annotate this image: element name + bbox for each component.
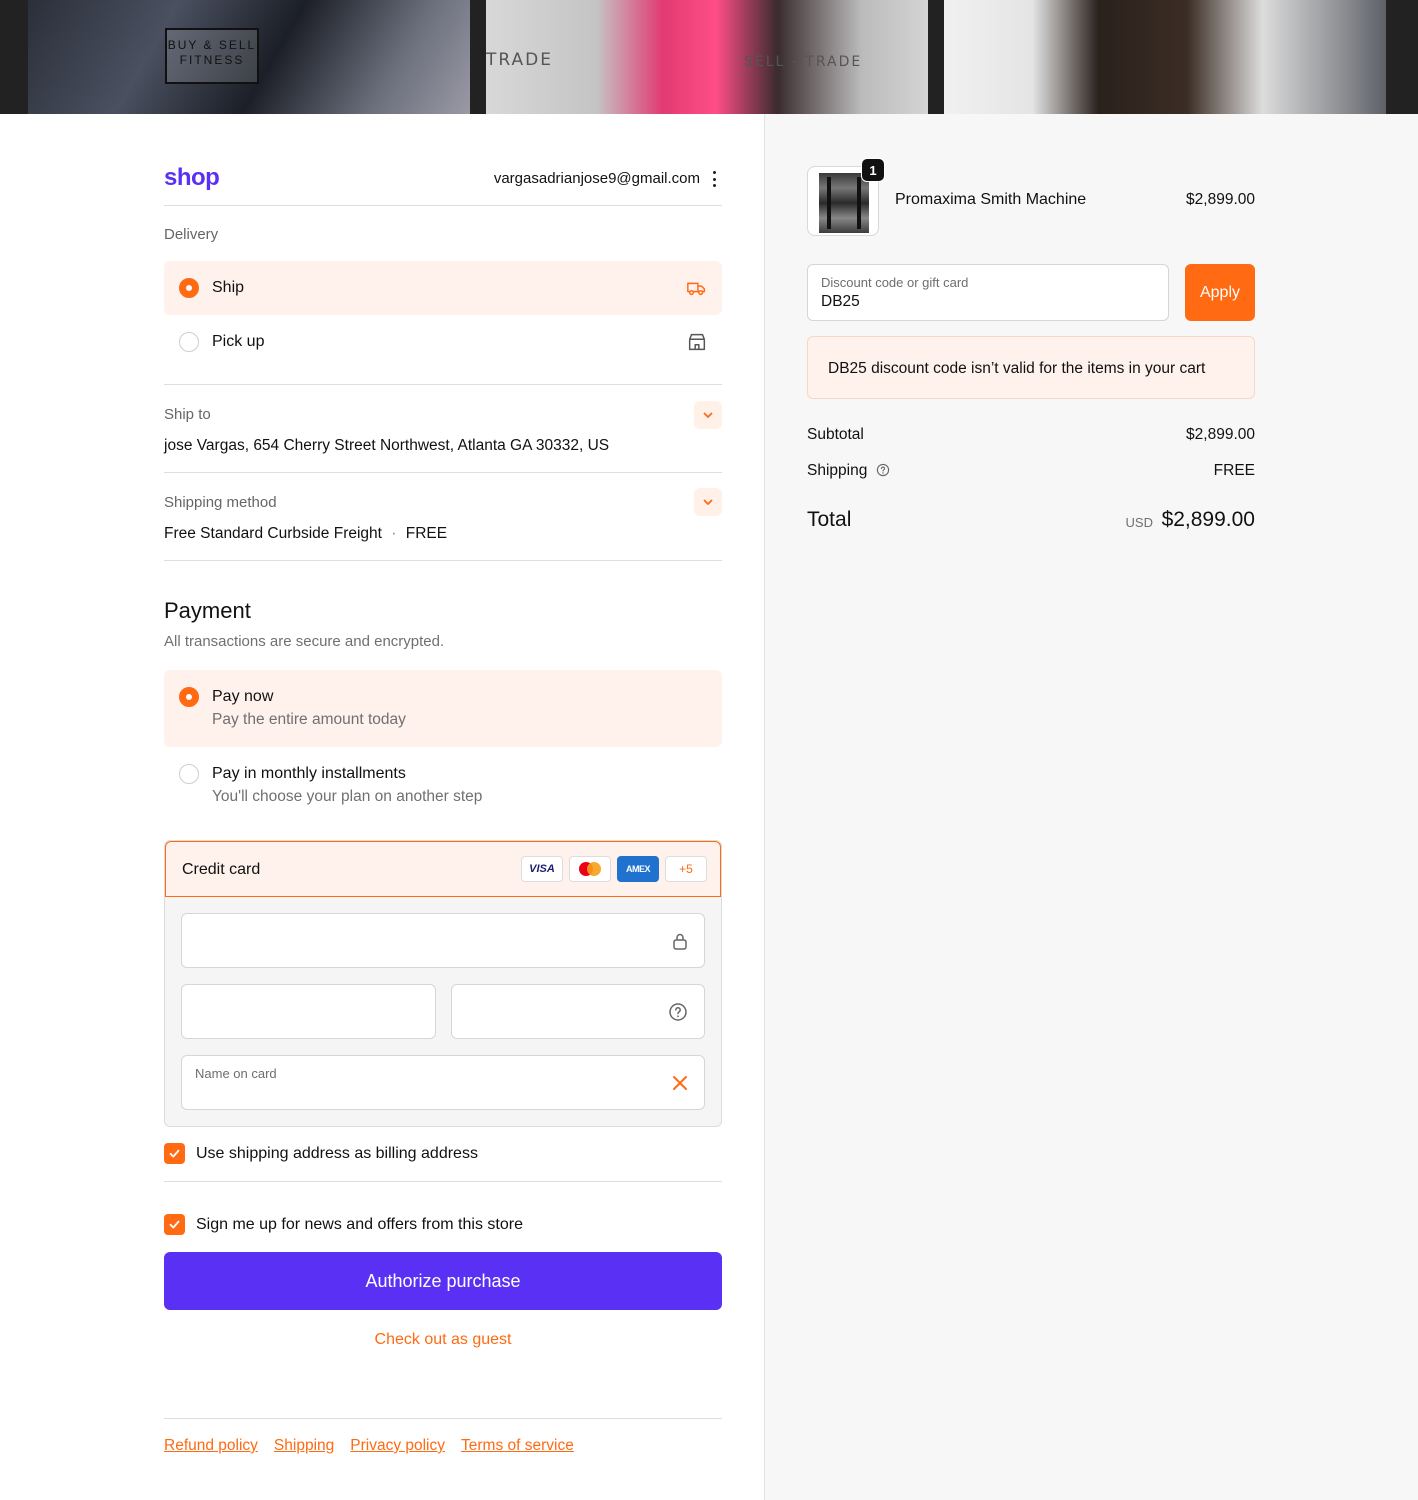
ship-radio[interactable] bbox=[179, 278, 199, 298]
store-logo-line2: FITNESS bbox=[179, 53, 245, 67]
help-icon[interactable] bbox=[876, 463, 890, 477]
payment-subtitle: All transactions are secure and encrypte… bbox=[164, 633, 445, 650]
terms-of-service-link[interactable]: Terms of service bbox=[461, 1437, 574, 1455]
subtotal-value: $2,899.00 bbox=[1186, 426, 1255, 443]
divider bbox=[164, 205, 722, 206]
divider bbox=[164, 1418, 722, 1419]
lock-icon bbox=[673, 933, 687, 950]
name-on-card-field[interactable]: Name on card bbox=[181, 1055, 705, 1110]
payment-option-pay-now[interactable]: Pay now Pay the entire amount today bbox=[164, 670, 722, 747]
chevron-down-icon bbox=[703, 412, 713, 418]
error-x-icon bbox=[673, 1075, 687, 1090]
store-banner: BUY & SELL FITNESS TRADE SELL - TRADE bbox=[0, 0, 1418, 114]
security-code-field[interactable] bbox=[451, 984, 705, 1039]
pickup-radio[interactable] bbox=[179, 332, 199, 352]
order-summary-panel bbox=[764, 114, 1418, 1500]
shop-logo: shop bbox=[164, 164, 220, 191]
discount-error-message: DB25 discount code isn’t valid for the i… bbox=[807, 336, 1255, 399]
total-currency: USD bbox=[1125, 515, 1153, 530]
installments-subtitle: You'll choose your plan on another step bbox=[212, 788, 483, 805]
total-label: Total bbox=[807, 508, 852, 531]
ship-to-address: jose Vargas, 654 Cherry Street Northwest… bbox=[164, 437, 610, 454]
subtotal-label: Subtotal bbox=[807, 426, 864, 443]
billing-same-checkbox[interactable] bbox=[164, 1143, 185, 1164]
privacy-policy-link[interactable]: Privacy policy bbox=[350, 1437, 445, 1455]
pay-now-title: Pay now bbox=[212, 688, 274, 705]
shipping-row: Shipping FREE bbox=[807, 462, 1255, 480]
divider bbox=[164, 1181, 722, 1182]
mastercard-icon bbox=[569, 856, 611, 882]
checkmark-icon bbox=[169, 1220, 180, 1229]
billing-same-label: Use shipping address as billing address bbox=[196, 1144, 478, 1162]
card-number-field[interactable] bbox=[181, 913, 705, 968]
product-name: Promaxima Smith Machine bbox=[895, 191, 1087, 208]
chevron-down-icon bbox=[703, 499, 713, 505]
newsletter-checkbox[interactable] bbox=[164, 1214, 185, 1235]
shipping-value: FREE bbox=[1213, 462, 1255, 479]
help-icon[interactable] bbox=[668, 1002, 688, 1022]
separator-dot: · bbox=[391, 525, 397, 542]
expiration-date-field[interactable] bbox=[181, 984, 436, 1039]
pay-now-subtitle: Pay the entire amount today bbox=[212, 711, 406, 728]
discount-code-placeholder: Discount code or gift card bbox=[821, 275, 969, 290]
shipping-method-name: Free Standard Curbside Freight bbox=[164, 525, 382, 542]
subtotal-row: Subtotal $2,899.00 bbox=[807, 426, 1255, 444]
shipping-method-title: Shipping method bbox=[164, 494, 277, 511]
pay-now-radio[interactable] bbox=[179, 687, 199, 707]
banner-text-trade: TRADE bbox=[486, 50, 553, 70]
payment-title: Payment bbox=[164, 598, 251, 623]
newsletter-label: Sign me up for news and offers from this… bbox=[196, 1215, 523, 1233]
delivery-option-pickup[interactable]: Pick up bbox=[164, 315, 722, 369]
delivery-option-ship[interactable]: Ship bbox=[164, 261, 722, 315]
banner-text-sell-trade: SELL - TRADE bbox=[744, 54, 863, 70]
credit-card-form: Credit card VISA AMEX +5 Name on card bbox=[164, 840, 722, 1127]
truck-icon bbox=[687, 282, 706, 296]
product-image bbox=[819, 173, 869, 233]
credit-card-label: Credit card bbox=[182, 861, 261, 878]
discount-code-value: DB25 bbox=[821, 293, 860, 310]
billing-same-checkbox-row[interactable]: Use shipping address as billing address bbox=[164, 1143, 478, 1164]
footer-links: Refund policy Shipping Privacy policy Te… bbox=[164, 1437, 574, 1455]
amex-icon: AMEX bbox=[617, 856, 659, 882]
product-price: $2,899.00 bbox=[1186, 191, 1255, 208]
ship-label: Ship bbox=[212, 279, 245, 296]
pickup-label: Pick up bbox=[212, 333, 265, 350]
shipping-policy-link[interactable]: Shipping bbox=[274, 1437, 334, 1455]
visa-icon: VISA bbox=[521, 856, 563, 882]
refund-policy-link[interactable]: Refund policy bbox=[164, 1437, 258, 1455]
discount-code-input[interactable]: Discount code or gift card DB25 bbox=[807, 264, 1169, 321]
ship-to-expand-button[interactable] bbox=[694, 401, 722, 429]
newsletter-checkbox-row[interactable]: Sign me up for news and offers from this… bbox=[164, 1214, 523, 1235]
banner-image-3 bbox=[944, 0, 1386, 114]
delivery-label: Delivery bbox=[164, 226, 219, 243]
discount-error-text: DB25 discount code isn’t valid for the i… bbox=[828, 360, 1206, 377]
store-icon bbox=[688, 333, 706, 351]
account-email: vargasadrianjose9@gmail.com bbox=[493, 170, 700, 187]
installments-title: Pay in monthly installments bbox=[212, 765, 406, 782]
credit-card-header[interactable]: Credit card VISA AMEX +5 bbox=[165, 841, 721, 897]
ship-to-title: Ship to bbox=[164, 406, 211, 423]
checkout-as-guest-link[interactable]: Check out as guest bbox=[164, 1331, 722, 1349]
store-logo-line1: BUY & SELL bbox=[167, 38, 257, 52]
store-logo: BUY & SELL FITNESS bbox=[165, 28, 259, 84]
total-value: $2,899.00 bbox=[1161, 508, 1255, 531]
divider bbox=[164, 472, 722, 473]
divider bbox=[164, 384, 722, 385]
shipping-method-value: Free Standard Curbside Freight · FREE bbox=[164, 525, 447, 543]
authorize-purchase-button[interactable]: Authorize purchase bbox=[164, 1252, 722, 1310]
account-menu-icon[interactable] bbox=[710, 170, 718, 188]
installments-radio[interactable] bbox=[179, 764, 199, 784]
divider bbox=[164, 560, 722, 561]
apply-discount-button[interactable]: Apply bbox=[1185, 264, 1255, 321]
checkmark-icon bbox=[169, 1149, 180, 1158]
shipping-label: Shipping bbox=[807, 462, 868, 479]
shipping-method-price: FREE bbox=[405, 525, 448, 542]
quantity-badge: 1 bbox=[861, 158, 885, 182]
shipping-method-expand-button[interactable] bbox=[694, 488, 722, 516]
name-on-card-placeholder: Name on card bbox=[195, 1066, 277, 1081]
payment-option-installments[interactable]: Pay in monthly installments You'll choos… bbox=[164, 747, 722, 824]
more-brands-badge: +5 bbox=[665, 856, 707, 882]
